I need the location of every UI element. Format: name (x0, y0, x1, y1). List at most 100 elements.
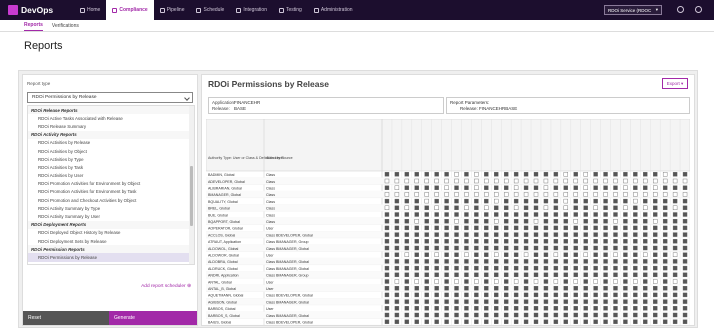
permission-granted-mark (593, 312, 598, 318)
list-item[interactable]: RDOi Permissions by Release (28, 253, 194, 262)
permission-granted-mark (484, 306, 489, 311)
permission-empty-mark (662, 192, 668, 197)
permission-granted-mark (464, 245, 469, 251)
reset-button[interactable]: Reset (23, 311, 109, 325)
permission-granted-mark (593, 185, 598, 190)
list-item[interactable]: RDOi Activity Summary by Type (28, 204, 194, 212)
nav-item-testing[interactable]: Testing (273, 0, 308, 20)
permission-granted-mark (583, 265, 588, 271)
nav-item-administration[interactable]: Administration (308, 0, 359, 20)
authority-source-cell: Class (266, 180, 275, 184)
nav-item-compliance[interactable]: Compliance (106, 0, 154, 20)
permission-granted-mark (662, 299, 668, 304)
permission-granted-mark (583, 245, 588, 251)
nav-item-pipeline[interactable]: Pipeline (154, 0, 191, 20)
list-item[interactable]: RDOi Activities by Type (28, 155, 194, 163)
permission-granted-mark (633, 312, 638, 318)
list-item[interactable]: RDOi Promotion Activities for Environmen… (28, 180, 194, 188)
list-item[interactable]: RDOi Active Tasks Associated with Releas… (28, 114, 194, 122)
permission-granted-mark (454, 198, 459, 204)
gear-icon[interactable] (695, 6, 702, 13)
permission-empty-mark (672, 178, 678, 184)
permission-empty-mark (643, 178, 648, 184)
export-label: Export (666, 81, 680, 86)
list-item[interactable]: RDOi Promotion Activities for Environmen… (28, 188, 194, 196)
permission-granted-mark (623, 218, 628, 224)
report-title: RDOi Permissions by Release (208, 79, 329, 89)
authority-type-cell: BADMIN, Global (208, 173, 235, 177)
list-item[interactable]: RDOi Promotion and Checkout Activities b… (28, 196, 194, 204)
permission-granted-mark (593, 285, 598, 291)
permission-granted-mark (643, 245, 648, 251)
permission-granted-mark (623, 299, 628, 304)
permission-empty-mark (454, 279, 459, 284)
environment-select[interactable]: RDOi Service (RDOC ▾ (604, 5, 662, 15)
generate-button[interactable]: Generate (109, 311, 197, 325)
permission-granted-mark (553, 218, 559, 224)
authority-source-cell: User (266, 254, 274, 258)
app-logo[interactable]: DevOps (0, 0, 74, 20)
permission-granted-mark (404, 239, 410, 244)
list-item[interactable]: RDOi Activity Summary by User (28, 212, 194, 220)
permission-granted-mark (672, 292, 678, 298)
permission-granted-mark (533, 259, 539, 264)
permission-granted-mark (494, 272, 499, 278)
permission-granted-mark (523, 319, 529, 324)
permission-empty-mark (404, 192, 410, 197)
list-scrollbar[interactable] (189, 106, 194, 264)
permission-empty-mark (583, 192, 588, 197)
permission-granted-mark (414, 252, 419, 257)
list-item[interactable]: RDOi Activities by User (28, 172, 194, 180)
report-type-select[interactable]: RDOi Permissions by Release (27, 92, 193, 103)
permission-granted-mark (613, 259, 618, 264)
permission-granted-mark (573, 245, 578, 251)
export-button[interactable]: Export ▾ (662, 78, 688, 89)
permission-empty-mark (583, 172, 588, 177)
permission-granted-mark (424, 259, 429, 264)
permission-granted-mark (653, 252, 658, 257)
tab-verifications[interactable]: Verifications (52, 23, 79, 31)
permission-empty-mark (533, 218, 539, 224)
permission-granted-mark (613, 319, 618, 324)
list-item[interactable]: RDOi Activities by Release (28, 139, 194, 147)
permission-granted-mark (643, 272, 648, 278)
permission-granted-mark (553, 198, 559, 204)
tab-reports[interactable]: Reports (24, 22, 43, 31)
permission-empty-mark (533, 178, 539, 184)
permission-granted-mark (414, 299, 419, 304)
permission-granted-mark (682, 205, 688, 211)
permission-empty-mark (464, 192, 469, 197)
report-header-application: Application:FINANCEHR Release: BASE (208, 97, 444, 114)
permission-granted-mark (394, 292, 400, 298)
permission-granted-mark (563, 232, 569, 237)
permission-granted-mark (404, 312, 410, 318)
add-report-scheduler-link[interactable]: Add report scheduler ⊕ (141, 284, 191, 289)
list-item[interactable]: RDOi Deployed Object History by Release (28, 229, 194, 237)
permission-granted-mark (424, 319, 429, 324)
list-item[interactable]: RDOi Release Summary (28, 122, 194, 130)
nav-item-integration[interactable]: Integration (230, 0, 273, 20)
permission-granted-mark (434, 265, 439, 271)
permission-granted-mark (682, 245, 688, 251)
permission-granted-mark (672, 232, 678, 237)
permission-granted-mark (662, 212, 668, 217)
list-item[interactable]: RDOi Activities by Object (28, 147, 194, 155)
scrollbar-thumb[interactable] (190, 166, 193, 226)
permission-granted-mark (424, 279, 429, 284)
nav-item-schedule[interactable]: Schedule (190, 0, 230, 20)
permission-granted-mark (563, 306, 569, 311)
permission-granted-mark (653, 205, 658, 211)
help-icon[interactable] (677, 6, 684, 13)
permission-granted-mark (404, 185, 410, 190)
permission-granted-mark (523, 312, 529, 318)
list-item[interactable]: RDOi Activities by Task (28, 163, 194, 171)
authority-source-cell: Class (266, 220, 275, 224)
permission-granted-mark (633, 259, 638, 264)
permission-granted-mark (523, 279, 529, 284)
permission-granted-mark (623, 172, 628, 177)
permission-empty-mark (633, 198, 638, 204)
list-item[interactable]: RDOi Deployment Sets by Release (28, 237, 194, 245)
nav-item-home[interactable]: Home (74, 0, 106, 20)
nav-label: Schedule (203, 7, 225, 13)
permission-granted-mark (623, 279, 628, 284)
